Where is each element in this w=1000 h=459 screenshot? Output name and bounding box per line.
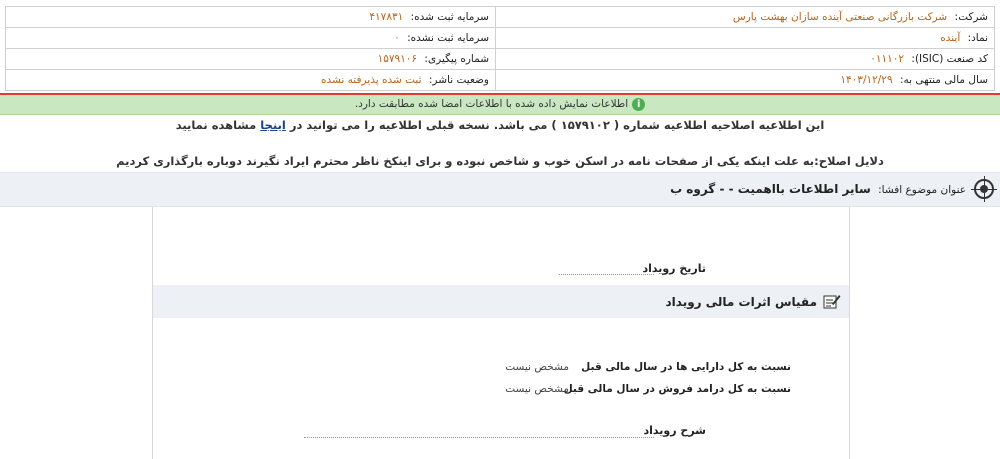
- fiscal-year-value: ۱۴۰۳/۱۲/۲۹: [840, 74, 893, 86]
- isic-cell: کد صنعت (ISIC): ۰۱۱۱۰۲: [495, 48, 995, 70]
- verification-banner: iاطلاعات نمایش داده شده با اطلاعات امضا …: [0, 95, 1000, 115]
- company-name: شرکت بازرگانی صنعتی آینده سازان بهشت پار…: [732, 11, 948, 23]
- symbol-label: نماد:: [967, 32, 988, 44]
- effect-value-2: مشخص نیست: [505, 383, 569, 395]
- info-icon: i: [632, 97, 646, 111]
- unregistered-capital-cell: سرمایه ثبت نشده: ۰: [5, 27, 496, 49]
- previous-version-link[interactable]: اینجا: [260, 118, 286, 132]
- financial-effects-header: مقیاس اثرات مالی رویداد: [153, 285, 849, 318]
- tracking-cell: شماره پیگیری: ۱۵۷۹۱۰۶: [5, 48, 496, 70]
- financial-effects-title: مقیاس اثرات مالی رویداد: [665, 295, 817, 309]
- status-label: وضعیت ناشر:: [428, 74, 489, 86]
- edit-note-icon: [823, 293, 841, 312]
- financial-effects-title-wrap: مقیاس اثرات مالی رویداد: [666, 293, 841, 312]
- symbol-value: آینده: [940, 32, 961, 44]
- effect-label-2: نسبت به کل درامد فروش در سال مالی قبل: [563, 383, 791, 395]
- target-icon: [971, 176, 997, 202]
- subject-label: عنوان موضوع افشا:: [878, 184, 966, 196]
- subject-bar: عنوان موضوع افشا: سایر اطلاعات بااهمیت -…: [0, 172, 1000, 207]
- tracking-value: ۱۵۷۹۱۰۶: [377, 53, 418, 65]
- event-description-field: [304, 436, 654, 438]
- status-value: ثبت شده پذیرفته نشده: [321, 74, 422, 86]
- effect-value-1: مشخص نیست: [505, 361, 569, 373]
- notice-text-after: مشاهده نمایید: [175, 118, 257, 132]
- unregistered-capital-value: ۰: [394, 32, 400, 44]
- registered-capital-label: سرمایه ثبت شده:: [410, 11, 489, 23]
- registered-capital-cell: سرمایه ثبت شده: ۴۱۷۸۳۱: [5, 6, 496, 28]
- company-label: شرکت:: [954, 11, 988, 23]
- correction-reason: دلایل اصلاح:به علت اینکه یکی از صفحات نا…: [116, 154, 884, 168]
- verification-message: اطلاعات نمایش داده شده با اطلاعات امضا ش…: [354, 98, 629, 110]
- isic-label: کد صنعت (ISIC):: [911, 53, 988, 65]
- status-cell: وضعیت ناشر: ثبت شده پذیرفته نشده: [5, 69, 496, 91]
- tracking-label: شماره پیگیری:: [424, 53, 489, 65]
- subject-value: سایر اطلاعات بااهمیت - - گروه ب: [670, 182, 871, 196]
- fiscal-year-label: سال مالی منتهی به:: [899, 74, 988, 86]
- correction-notice: این اطلاعیه اصلاحیه اطلاعیه شماره ( ۱۵۷۹…: [0, 118, 1000, 132]
- event-date-field: [559, 273, 654, 275]
- fiscal-year-cell: سال مالی منتهی به: ۱۴۰۳/۱۲/۲۹: [495, 69, 995, 91]
- unregistered-capital-label: سرمایه ثبت نشده:: [407, 32, 489, 44]
- effect-label-1: نسبت به کل دارایی ها در سال مالی قبل: [581, 361, 791, 373]
- subject: عنوان موضوع افشا: سایر اطلاعات بااهمیت -…: [670, 182, 966, 196]
- event-panel: تاریخ رویداد مقیاس اثرات مالی رویداد نسب…: [152, 207, 850, 459]
- isic-value: ۰۱۱۱۰۲: [870, 53, 905, 65]
- company-info-table: شرکت: شرکت بازرگانی صنعتی آینده سازان به…: [5, 6, 995, 91]
- symbol-cell: نماد: آینده: [495, 27, 995, 49]
- notice-text-before: این اطلاعیه اصلاحیه اطلاعیه شماره ( ۱۵۷۹…: [289, 118, 825, 132]
- company-cell: شرکت: شرکت بازرگانی صنعتی آینده سازان به…: [495, 6, 995, 28]
- registered-capital-value: ۴۱۷۸۳۱: [369, 11, 404, 23]
